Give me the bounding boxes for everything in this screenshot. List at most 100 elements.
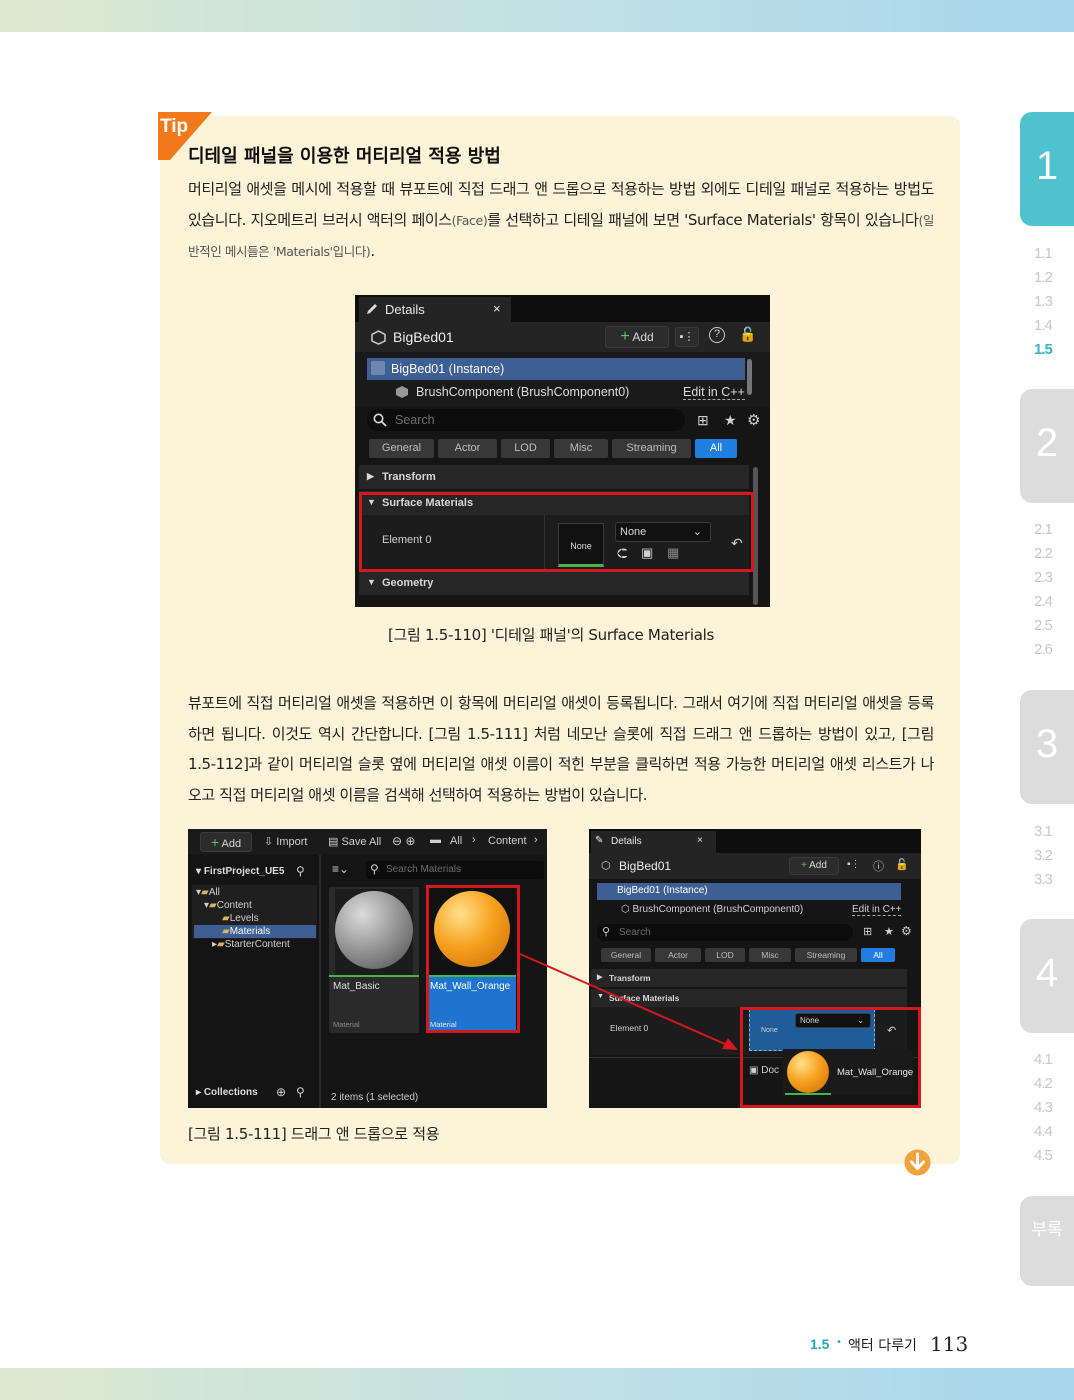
add-collection-icon[interactable]: ⊕ bbox=[276, 1085, 286, 1099]
search-icon[interactable]: ⚲ bbox=[296, 1085, 305, 1099]
material-color-bar bbox=[329, 975, 419, 977]
filter-all[interactable]: All bbox=[695, 439, 737, 458]
chapter-3-sections: 3.1 3.2 3.3 bbox=[1034, 820, 1058, 892]
lock-icon[interactable]: 🔓 bbox=[895, 858, 909, 871]
details-search-input[interactable]: Search bbox=[367, 409, 685, 431]
expand-down-icon: ▼ bbox=[367, 577, 376, 587]
filter-misc[interactable]: Misc bbox=[749, 948, 791, 962]
instance-row[interactable]: BigBed01 (Instance) bbox=[367, 358, 745, 380]
filter-lod[interactable]: LOD bbox=[501, 439, 550, 458]
add-button[interactable]: + Add bbox=[200, 832, 252, 852]
gear-icon[interactable]: ⚙ bbox=[901, 924, 912, 938]
breadcrumb-content[interactable]: Content bbox=[488, 835, 527, 847]
cube-icon bbox=[371, 330, 386, 345]
brush-component-row[interactable]: ⬡ BrushComponent (BrushComponent0) bbox=[621, 904, 803, 915]
tree-content[interactable]: ▾▰Content bbox=[204, 900, 252, 911]
section-link[interactable]: 2.3 bbox=[1034, 566, 1058, 590]
history-icons[interactable]: ⊖ ⊕ bbox=[392, 834, 415, 848]
section-link[interactable]: 2.6 bbox=[1034, 638, 1058, 662]
section-link[interactable]: 4.4 bbox=[1034, 1120, 1058, 1144]
section-link[interactable]: 1.2 bbox=[1034, 266, 1058, 290]
section-link[interactable]: 3.2 bbox=[1034, 844, 1058, 868]
table-view-icon[interactable]: ⊞ bbox=[697, 412, 709, 429]
section-link[interactable]: 3.1 bbox=[1034, 820, 1058, 844]
add-component-button[interactable]: + Add bbox=[789, 857, 839, 875]
collections-header[interactable]: ▸ Collections bbox=[196, 1087, 258, 1098]
star-icon[interactable]: ★ bbox=[724, 412, 737, 429]
blueprint-icon[interactable]: ▪⋮ bbox=[675, 327, 699, 347]
details-panel-screenshot: Details × BigBed01 + Add ▪⋮ ? 🔓 BigBed01… bbox=[355, 295, 770, 607]
chapter-tab-4[interactable]: 4 bbox=[1020, 919, 1074, 1033]
details-tab[interactable]: Details × bbox=[359, 297, 511, 322]
item-count-status: 2 items (1 selected) bbox=[331, 1092, 419, 1103]
component-cube-icon: ⬡ bbox=[621, 904, 630, 915]
highlight-box bbox=[740, 1007, 921, 1108]
star-icon[interactable]: ★ bbox=[884, 925, 894, 938]
table-view-icon[interactable]: ⊞ bbox=[863, 925, 872, 938]
tree-scrollbar[interactable] bbox=[747, 359, 752, 395]
details-search-input[interactable]: ⚲ Search bbox=[597, 924, 853, 941]
details-tab[interactable]: ✎ Details × bbox=[591, 831, 716, 853]
filter-misc[interactable]: Misc bbox=[554, 439, 608, 458]
section-link[interactable]: 1.4 bbox=[1034, 314, 1058, 338]
filter-actor[interactable]: Actor bbox=[438, 439, 497, 458]
filter-all[interactable]: All bbox=[861, 948, 895, 962]
tree-materials[interactable]: ▰Materials bbox=[222, 926, 270, 937]
section-link[interactable]: 4.3 bbox=[1034, 1096, 1058, 1120]
lock-icon[interactable]: 🔓 bbox=[739, 326, 756, 343]
section-link[interactable]: 2.2 bbox=[1034, 542, 1058, 566]
chapter-2-sections: 2.1 2.2 2.3 2.4 2.5 2.6 bbox=[1034, 518, 1058, 662]
section-link[interactable]: 1.3 bbox=[1034, 290, 1058, 314]
blueprint-icon[interactable]: ▪⋮ bbox=[847, 859, 861, 870]
close-icon[interactable]: × bbox=[697, 835, 703, 846]
cube-icon: ⬡ bbox=[601, 860, 611, 872]
close-icon[interactable]: × bbox=[493, 301, 501, 316]
section-link[interactable]: 2.1 bbox=[1034, 518, 1058, 542]
filter-streaming[interactable]: Streaming bbox=[612, 439, 691, 458]
tree-all[interactable]: ▾▰All bbox=[196, 887, 220, 898]
chevron-right-icon: › bbox=[534, 834, 538, 846]
section-link[interactable]: 3.3 bbox=[1034, 868, 1058, 892]
section-link[interactable]: 2.4 bbox=[1034, 590, 1058, 614]
filter-icon[interactable]: ≡⌄ bbox=[332, 862, 349, 876]
import-button[interactable]: ⇩ Import bbox=[264, 835, 307, 848]
add-component-button[interactable]: + Add bbox=[605, 326, 669, 348]
breadcrumb-separator-icon: › bbox=[472, 834, 476, 846]
tree-levels[interactable]: ▰Levels bbox=[222, 913, 259, 924]
section-link[interactable]: 4.5 bbox=[1034, 1144, 1058, 1168]
gear-icon[interactable]: ⚙ bbox=[747, 411, 760, 429]
section-link[interactable]: 4.2 bbox=[1034, 1072, 1058, 1096]
edit-in-cpp-link[interactable]: Edit in C++ bbox=[683, 385, 745, 400]
help-icon[interactable]: ? bbox=[709, 327, 725, 343]
section-link[interactable]: 2.5 bbox=[1034, 614, 1058, 638]
help-icon[interactable]: ⓘ bbox=[873, 858, 884, 874]
breadcrumb-all[interactable]: All bbox=[450, 835, 462, 847]
top-decor-band bbox=[0, 0, 1074, 32]
asset-tile-basic[interactable]: Mat_Basic Material bbox=[329, 887, 419, 1033]
transform-section[interactable]: ▶ Transform bbox=[359, 465, 749, 489]
filter-streaming[interactable]: Streaming bbox=[795, 948, 857, 962]
save-all-button[interactable]: ▤ Save All bbox=[328, 835, 381, 848]
geometry-section[interactable]: ▼ Geometry bbox=[359, 571, 749, 595]
project-tree-header[interactable]: ▾ FirstProject_UE5 bbox=[196, 866, 284, 877]
folder-icon: ▰ bbox=[209, 900, 217, 911]
content-browser-screenshot: + Add ⇩ Import ▤ Save All ⊖ ⊕ ▬ All › Co… bbox=[188, 829, 547, 1108]
figure-110-caption: [그림 1.5-110] '디테일 패널'의 Surface Materials bbox=[388, 626, 714, 644]
filter-general[interactable]: General bbox=[369, 439, 434, 458]
chapter-tab-2[interactable]: 2 bbox=[1020, 389, 1074, 503]
continue-down-icon bbox=[904, 1149, 931, 1176]
section-link[interactable]: 4.1 bbox=[1034, 1048, 1058, 1072]
appendix-tab[interactable]: 부록 bbox=[1020, 1196, 1074, 1286]
search-icon[interactable]: ⚲ bbox=[296, 864, 305, 878]
brush-component-row[interactable]: BrushComponent (BrushComponent0) Edit in… bbox=[395, 383, 745, 403]
chapter-tab-3[interactable]: 3 bbox=[1020, 690, 1074, 804]
pencil-icon bbox=[367, 304, 377, 314]
tree-starter-content[interactable]: ▸▰StarterContent bbox=[212, 939, 290, 950]
materials-search-input[interactable]: ⚲ Search Materials bbox=[366, 861, 544, 879]
section-link[interactable]: 1.1 bbox=[1034, 242, 1058, 266]
section-link-active[interactable]: 1.5 bbox=[1034, 338, 1058, 362]
instance-row[interactable]: BigBed01 (Instance) bbox=[597, 883, 901, 900]
chapter-tab-1[interactable]: 1 bbox=[1020, 112, 1074, 226]
search-placeholder: Search Materials bbox=[386, 864, 462, 875]
edit-in-cpp-link[interactable]: Edit in C++ bbox=[852, 904, 902, 916]
